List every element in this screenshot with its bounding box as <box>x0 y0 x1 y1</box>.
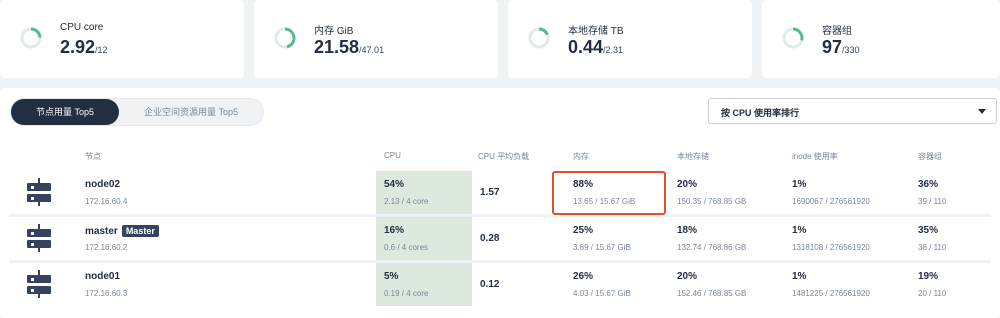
tab-workspace-usage[interactable]: 企业空间资源用量 Top5 <box>119 99 263 125</box>
stat-used: 0.44 <box>568 37 604 57</box>
gauge-icon <box>274 27 296 49</box>
stat-value: 0.44/2.31 <box>568 37 623 58</box>
column-header-storage: 本地存储 <box>677 152 709 161</box>
cpu-cell <box>376 217 472 260</box>
stat-total: /330 <box>842 45 860 55</box>
pods-detail: 39 / 110 <box>918 197 947 206</box>
node-ip: 172.16.60.3 <box>85 289 128 298</box>
storage-detail: 132.74 / 768.86 GB <box>677 243 747 252</box>
inode-detail: 1690067 / 276561920 <box>792 197 870 206</box>
stat-used: 21.58 <box>314 37 360 57</box>
memory-percent: 25% <box>573 225 594 236</box>
inode-percent: 1% <box>792 225 807 236</box>
table-row[interactable]: master Master 172.16.60.2 16% 0.6 / 4 cor… <box>9 217 991 260</box>
inode-percent: 1% <box>792 179 807 190</box>
inode-detail: 1481225 / 276561920 <box>792 289 870 298</box>
table-row[interactable]: node01 172.16.60.3 5% 0.19 / 4 core 0.12… <box>9 263 991 306</box>
cpu-load: 0.28 <box>480 233 500 244</box>
stat-value: 2.92/12 <box>60 37 108 58</box>
stat-label: 内存 GiB <box>314 26 354 37</box>
memory-percent: 26% <box>573 271 594 282</box>
column-header-node: 节点 <box>85 152 101 161</box>
memory-highlight-box <box>552 171 666 215</box>
node-name-text[interactable]: node02 <box>85 179 120 190</box>
sort-select-value: 按 CPU 使用率排行 <box>721 108 800 118</box>
role-badge: Master <box>121 225 159 237</box>
server-icon <box>27 224 51 252</box>
column-header-inode: inode 使用率 <box>792 152 838 161</box>
node-name[interactable]: node01 <box>85 271 120 282</box>
gauge-icon <box>782 27 804 49</box>
sort-select[interactable]: 按 CPU 使用率排行 <box>708 98 997 124</box>
pods-detail: 38 / 110 <box>918 243 947 252</box>
cpu-load: 0.12 <box>480 279 500 290</box>
stat-card-memory: 内存 GiB 21.58/47.01 <box>254 0 498 78</box>
stat-label: 本地存储 TB <box>568 26 624 37</box>
stat-total: /12 <box>95 45 108 55</box>
cpu-detail: 0.19 / 4 core <box>384 289 429 298</box>
pods-percent: 19% <box>918 271 939 282</box>
pods-percent: 35% <box>918 225 939 236</box>
stat-used: 97 <box>822 37 843 57</box>
stat-label: 容器组 <box>822 26 852 37</box>
stat-card-cpu: CPU core 2.92/12 <box>0 0 244 78</box>
pods-percent: 36% <box>918 179 939 190</box>
storage-detail: 152.46 / 768.85 GB <box>677 289 747 298</box>
storage-percent: 20% <box>677 271 698 282</box>
stat-value: 97/330 <box>822 37 860 58</box>
inode-percent: 1% <box>792 271 807 282</box>
memory-detail: 4.03 / 15.67 GiB <box>573 289 631 298</box>
node-name-text[interactable]: node01 <box>85 271 120 282</box>
inode-detail: 1318108 / 276561920 <box>792 243 870 252</box>
cpu-detail: 0.6 / 4 cores <box>384 243 429 252</box>
tab-group: 节点用量 Top5 企业空间资源用量 Top5 <box>10 98 264 126</box>
column-header-cpu: CPU <box>384 151 401 160</box>
stat-card-pods: 容器组 97/330 <box>762 0 1000 78</box>
cpu-detail: 2.13 / 4 core <box>384 197 429 206</box>
stat-used: 2.92 <box>60 37 96 57</box>
column-header-pods: 容器组 <box>918 152 942 161</box>
server-icon <box>27 270 51 298</box>
chevron-down-icon <box>978 109 986 114</box>
node-ip: 172.16.60.4 <box>85 197 128 206</box>
stat-value: 21.58/47.01 <box>314 37 384 58</box>
gauge-icon <box>528 27 550 49</box>
cpu-cell <box>376 171 472 214</box>
gauge-icon <box>20 27 42 49</box>
node-name[interactable]: node02 <box>85 179 120 190</box>
stat-total: /47.01 <box>359 45 385 55</box>
pods-detail: 20 / 110 <box>918 289 947 298</box>
server-icon <box>27 178 51 206</box>
cpu-percent: 54% <box>384 179 405 190</box>
storage-percent: 20% <box>677 179 698 190</box>
cpu-load: 1.57 <box>480 187 500 198</box>
node-ip: 172.16.60.2 <box>85 243 128 252</box>
memory-detail: 3.89 / 15.67 GiB <box>573 243 631 252</box>
storage-percent: 18% <box>677 225 698 236</box>
tab-node-usage[interactable]: 节点用量 Top5 <box>11 99 119 125</box>
node-name[interactable]: master Master <box>85 225 159 237</box>
column-header-cpu-load: CPU 平均负载 <box>478 152 530 161</box>
node-name-text[interactable]: master <box>85 226 118 237</box>
table-row[interactable]: node02 172.16.60.4 54% 2.13 / 4 core 1.5… <box>9 171 991 214</box>
stat-total: /2.31 <box>603 45 624 55</box>
storage-detail: 150.35 / 768.85 GB <box>677 197 747 206</box>
stat-card-storage: 本地存储 TB 0.44/2.31 <box>508 0 752 78</box>
column-header-memory: 内存 <box>573 152 589 161</box>
cpu-cell <box>376 263 472 306</box>
cpu-percent: 5% <box>384 271 399 282</box>
cpu-percent: 16% <box>384 225 405 236</box>
stat-label: CPU core <box>60 22 104 33</box>
